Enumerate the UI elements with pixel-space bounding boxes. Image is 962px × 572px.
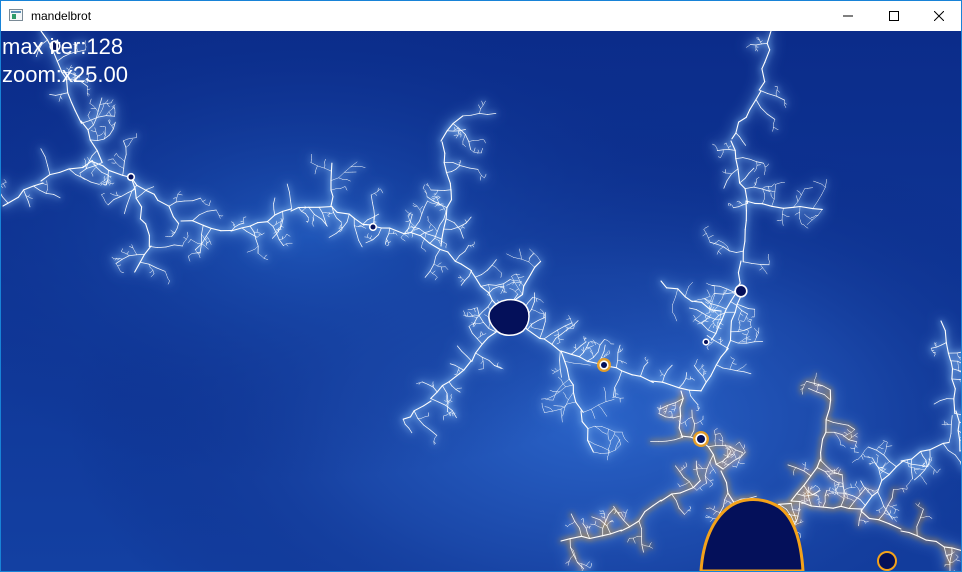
app-icon-pane bbox=[12, 14, 16, 19]
maximize-button[interactable] bbox=[871, 1, 917, 31]
fractal-viewport[interactable]: max iter:128 zoom:x25.00 bbox=[1, 31, 961, 571]
max-iter-readout: max iter:128 bbox=[2, 34, 124, 59]
minimize-icon bbox=[843, 15, 853, 17]
zoom-readout: zoom:x25.00 bbox=[2, 62, 128, 87]
app-window-icon bbox=[9, 9, 23, 21]
close-button[interactable] bbox=[916, 1, 961, 31]
app-icon-bar bbox=[11, 11, 21, 13]
app-window: mandelbrot max iter:128 zoom:x25.00 bbox=[0, 0, 962, 572]
maximize-icon bbox=[889, 11, 899, 21]
mandelbrot-canvas[interactable] bbox=[1, 31, 961, 571]
title-bar[interactable]: mandelbrot bbox=[1, 1, 961, 31]
close-icon bbox=[934, 11, 944, 21]
minimize-button[interactable] bbox=[825, 1, 871, 31]
window-title: mandelbrot bbox=[31, 9, 92, 23]
